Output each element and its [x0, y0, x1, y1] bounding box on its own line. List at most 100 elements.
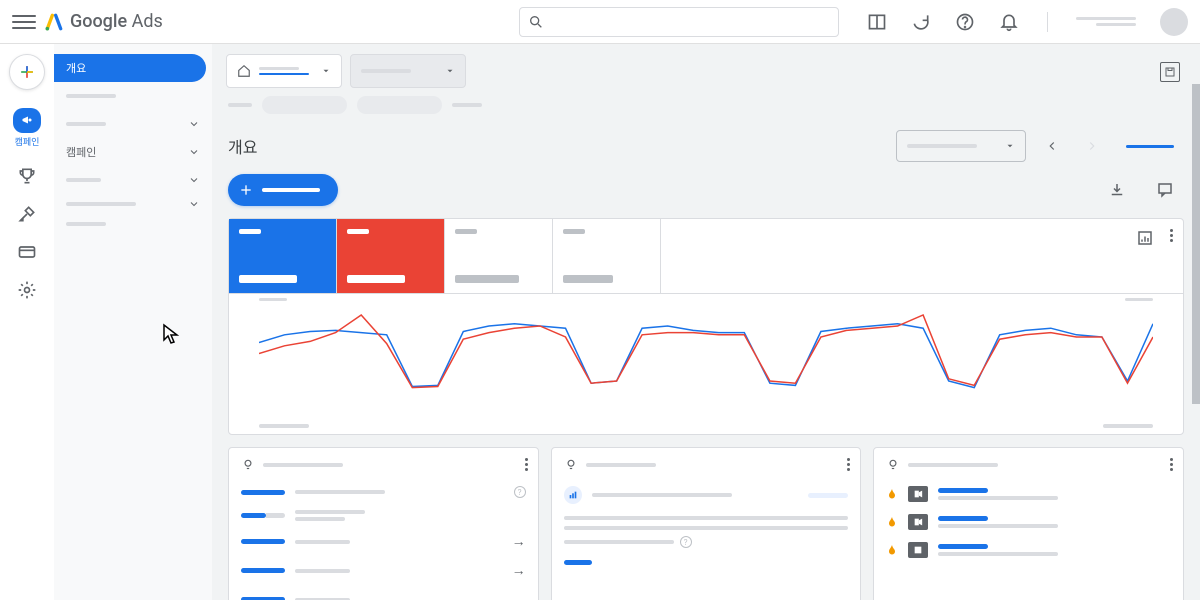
scope-toolbar	[212, 44, 1200, 94]
card-row[interactable]	[886, 486, 1171, 502]
feedback-icon[interactable]	[1156, 181, 1174, 199]
arrow-right-icon: →	[512, 591, 526, 600]
fire-icon	[886, 515, 898, 529]
lightbulb-icon	[564, 458, 578, 472]
logo[interactable]: Google Ads	[44, 11, 163, 32]
card-row[interactable]: →	[241, 562, 526, 579]
card-row[interactable]: ?	[241, 486, 526, 498]
card-menu-icon[interactable]	[1170, 458, 1173, 471]
sidenav-item[interactable]	[54, 82, 212, 110]
sidenav-label: 개요	[66, 60, 86, 76]
chevron-left-icon	[1045, 139, 1059, 153]
card-link[interactable]	[564, 560, 592, 565]
sidenav-item[interactable]	[54, 166, 212, 194]
metric-tab-2[interactable]	[337, 219, 445, 293]
account-dropdown[interactable]	[226, 54, 342, 88]
settings-icon[interactable]	[17, 280, 37, 300]
video-icon	[908, 486, 928, 502]
reports-icon[interactable]	[867, 12, 887, 32]
logo-text-google: Google	[70, 11, 127, 32]
card-menu-icon[interactable]	[847, 458, 850, 471]
sidenav-item[interactable]	[54, 194, 212, 214]
notifications-icon[interactable]	[999, 12, 1019, 32]
refresh-icon[interactable]	[911, 12, 931, 32]
sidenav-label: 캠페인	[66, 144, 96, 160]
arrow-right-icon: →	[512, 562, 526, 579]
date-range-dropdown[interactable]	[896, 130, 1026, 162]
plus-icon	[238, 182, 254, 198]
campaign-dropdown[interactable]	[350, 54, 466, 88]
create-button[interactable]	[9, 54, 45, 90]
card-row[interactable]: →	[241, 591, 526, 600]
card-row[interactable]	[886, 514, 1171, 530]
scrollbar[interactable]	[1192, 44, 1200, 600]
caret-down-icon	[321, 66, 331, 76]
metric-tabs	[229, 219, 1183, 294]
card-title	[263, 463, 343, 467]
sidenav-item[interactable]	[54, 214, 212, 234]
account-info-placeholder	[1076, 17, 1136, 26]
tools-icon[interactable]	[17, 204, 37, 224]
insight-card: ?	[551, 447, 862, 600]
info-icon[interactable]: ?	[514, 486, 526, 498]
help-icon[interactable]	[955, 12, 975, 32]
lightbulb-icon	[241, 458, 255, 472]
info-icon[interactable]: ?	[680, 536, 692, 548]
floppy-icon	[1164, 66, 1176, 78]
axis-label	[259, 424, 309, 428]
arrow-right-icon: →	[512, 533, 526, 550]
card-row[interactable]	[886, 542, 1171, 558]
next-period-button[interactable]	[1078, 132, 1106, 160]
megaphone-icon	[19, 114, 35, 126]
metric-tab-3[interactable]	[445, 219, 553, 293]
side-navigation: 개요 캠페인	[54, 44, 212, 600]
insight-card: ? → → →	[228, 447, 539, 600]
page-title: 개요	[228, 134, 257, 158]
metric-tab-1[interactable]	[229, 219, 337, 293]
axis-label	[1125, 298, 1153, 301]
placeholder-text	[66, 222, 106, 226]
rail-label-campaigns: 캠페인	[15, 135, 40, 148]
fire-icon	[886, 487, 898, 501]
expand-chart-icon[interactable]	[1136, 229, 1154, 247]
chip-placeholder	[452, 103, 482, 107]
axis-label	[259, 298, 287, 301]
title-row: 개요	[212, 124, 1200, 168]
line-chart	[259, 304, 1153, 414]
insight-card	[873, 447, 1184, 600]
scrollbar-thumb[interactable]	[1192, 84, 1200, 404]
card-row[interactable]: →	[241, 533, 526, 550]
hamburger-menu-icon[interactable]	[12, 10, 36, 34]
card-menu-icon[interactable]	[525, 458, 528, 471]
billing-icon[interactable]	[17, 242, 37, 262]
filter-chip[interactable]	[262, 96, 347, 114]
google-ads-logo-icon	[44, 12, 64, 32]
card-title	[908, 463, 998, 467]
new-campaign-button[interactable]	[228, 174, 338, 206]
chevron-right-icon	[1085, 139, 1099, 153]
filter-chip[interactable]	[357, 96, 442, 114]
chevron-down-icon	[188, 198, 200, 210]
trophy-icon[interactable]	[17, 166, 37, 186]
sidenav-item-overview[interactable]: 개요	[54, 54, 206, 82]
card-row[interactable]	[241, 510, 526, 521]
chevron-down-icon	[188, 146, 200, 158]
lightbulb-icon	[886, 458, 900, 472]
sidenav-item-campaigns[interactable]: 캠페인	[54, 138, 212, 166]
chart-menu-icon[interactable]	[1170, 229, 1173, 247]
save-icon[interactable]	[1160, 62, 1180, 82]
placeholder-text	[66, 94, 116, 98]
search-input[interactable]	[519, 7, 839, 37]
left-rail: 캠페인	[0, 44, 54, 600]
prev-period-button[interactable]	[1038, 132, 1066, 160]
sidenav-item[interactable]	[54, 110, 212, 138]
metric-tab-4[interactable]	[553, 219, 661, 293]
user-avatar[interactable]	[1160, 8, 1188, 36]
accent-line	[1126, 145, 1174, 148]
card-row	[564, 486, 849, 504]
image-icon	[908, 542, 928, 558]
download-icon[interactable]	[1108, 181, 1126, 199]
card-title	[586, 463, 656, 467]
rail-item-campaigns[interactable]: 캠페인	[13, 108, 41, 148]
video-icon	[908, 514, 928, 530]
